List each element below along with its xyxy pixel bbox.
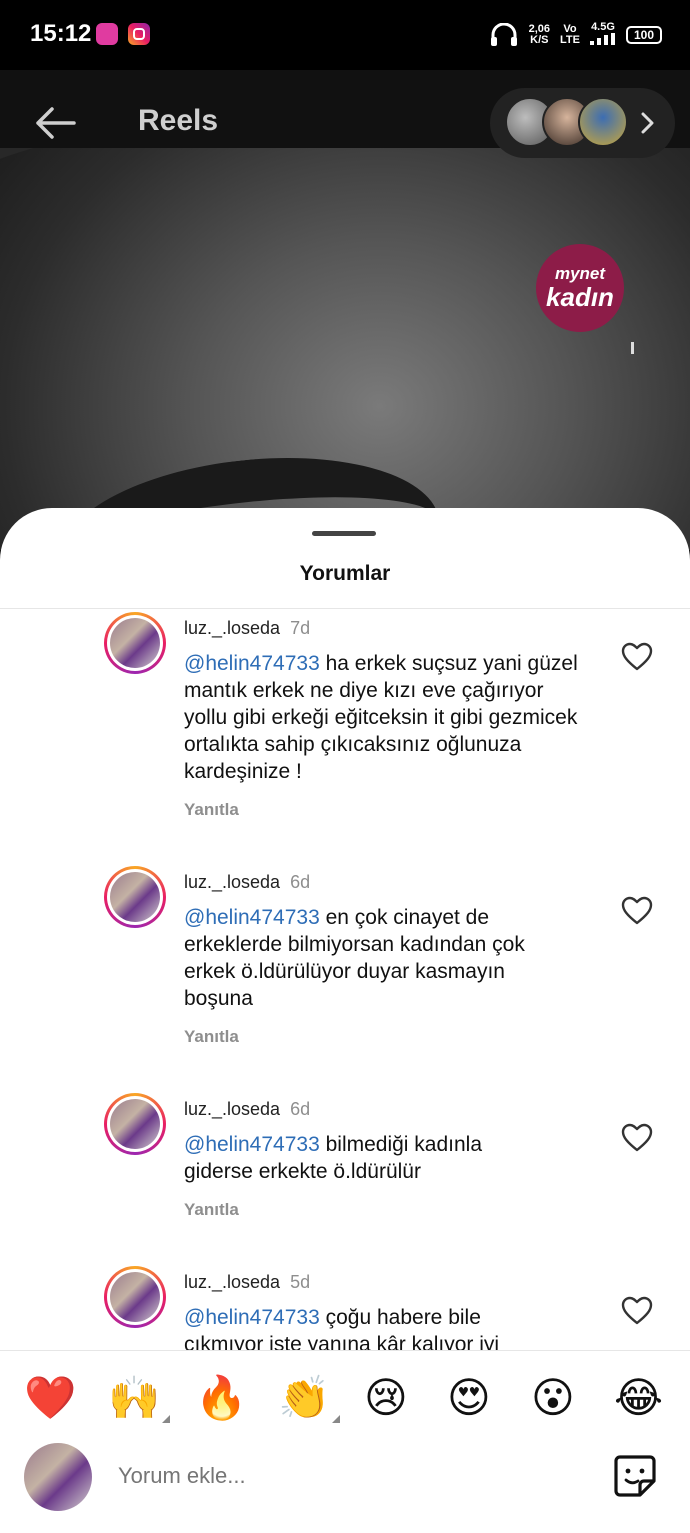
comment-composer-area: ❤️ 🙌 🔥 👏 😢 😍 😮 😂 [0, 1350, 690, 1533]
comment-username[interactable]: luz._.loseda [184, 618, 280, 638]
comment-input[interactable] [118, 1463, 406, 1489]
sticker-icon[interactable] [612, 1453, 658, 1499]
volte-indicator: Vo LTE [560, 24, 580, 46]
sheet-title: Yorumlar [299, 562, 391, 585]
reply-button[interactable]: Yanıtla [184, 1027, 239, 1047]
comment-username-line: luz._.loseda 5d [184, 1272, 310, 1293]
network-speed: 2,06 K/S [529, 24, 550, 46]
mention-link[interactable]: @helin474733 [184, 1306, 320, 1329]
comment-username-line: luz._.loseda 7d [184, 618, 310, 639]
headphones-icon [490, 23, 517, 46]
reply-button[interactable]: Yanıtla [184, 800, 239, 820]
instagram-notification-icon [128, 23, 150, 45]
commenter-avatar[interactable] [104, 1266, 166, 1328]
app-notification-icon [96, 23, 118, 45]
reaction-raising-hands-glyph: 🙌 [108, 1373, 161, 1422]
page-title: Reels [138, 104, 219, 137]
network-speed-unit: K/S [530, 34, 549, 46]
volte-bottom: LTE [560, 34, 580, 46]
mention-link[interactable]: @helin474733 [184, 652, 320, 675]
comment-text: @helin474733 bilmediği kadınla giderse e… [184, 1131, 544, 1185]
comment-username-line: luz._.loseda 6d [184, 1099, 310, 1120]
reaction-surprised-emoji[interactable]: 😮 [531, 1373, 575, 1423]
reply-button[interactable]: Yanıtla [184, 1200, 239, 1220]
commenter-avatar[interactable] [104, 866, 166, 928]
current-user-avatar [24, 1443, 92, 1511]
logo-line2: kadın [546, 282, 614, 312]
network-type: 4.5G [591, 21, 615, 33]
comment-text: @helin474733 ha erkek suçsuz yani güzel … [184, 650, 584, 785]
comment-username[interactable]: luz._.loseda [184, 1272, 280, 1292]
status-time: 15:12 [30, 20, 92, 47]
divider [0, 608, 690, 609]
mention-link[interactable]: @helin474733 [184, 906, 320, 929]
comment-username[interactable]: luz._.loseda [184, 1099, 280, 1119]
reaction-raising-hands-emoji[interactable]: 🙌 [108, 1373, 171, 1423]
like-heart-icon[interactable] [621, 642, 653, 672]
comment-text: @helin474733 en çok cinayet de erkeklerd… [184, 904, 564, 1012]
network-indicator: 4.5G [590, 22, 616, 48]
comment-time: 5d [290, 1272, 311, 1292]
mention-link[interactable]: @helin474733 [184, 1133, 320, 1156]
reaction-heart-emoji[interactable]: ❤️ [24, 1373, 76, 1423]
status-indicators: 2,06 K/S Vo LTE 4.5G 100 [489, 22, 662, 48]
reaction-clapping-glyph: 👏 [278, 1373, 331, 1422]
reaction-heart-eyes-emoji[interactable]: 😍 [447, 1373, 491, 1423]
like-heart-icon[interactable] [621, 896, 653, 926]
video-marker [631, 342, 634, 354]
mynet-kadin-logo: mynet kadın [536, 244, 624, 332]
reaction-crying-emoji[interactable]: 😢 [364, 1373, 408, 1423]
logo-line1: mynet [554, 264, 606, 283]
battery-icon: 100 [626, 26, 662, 44]
commenter-avatar[interactable] [104, 612, 166, 674]
comment-time: 6d [290, 872, 311, 892]
signal-icon [590, 33, 615, 45]
like-heart-icon[interactable] [621, 1296, 653, 1326]
comment-username-line: luz._.loseda 6d [184, 872, 310, 893]
status-bar: 15:12 2,06 K/S Vo LTE 4.5G 100 [0, 0, 690, 70]
comment-username[interactable]: luz._.loseda [184, 872, 280, 892]
back-arrow-icon[interactable] [32, 100, 78, 146]
like-heart-icon[interactable] [621, 1123, 653, 1153]
reaction-laughing-emoji[interactable]: 😂 [614, 1373, 663, 1423]
commenter-avatar[interactable] [104, 1093, 166, 1155]
story-avatar[interactable] [578, 97, 628, 147]
reaction-fire-emoji[interactable]: 🔥 [195, 1373, 247, 1423]
comment-time: 7d [290, 618, 311, 638]
sheet-handle[interactable] [312, 531, 376, 536]
reaction-clapping-emoji[interactable]: 👏 [278, 1373, 341, 1423]
comment-time: 6d [290, 1099, 311, 1119]
chevron-right-icon[interactable] [636, 108, 660, 138]
